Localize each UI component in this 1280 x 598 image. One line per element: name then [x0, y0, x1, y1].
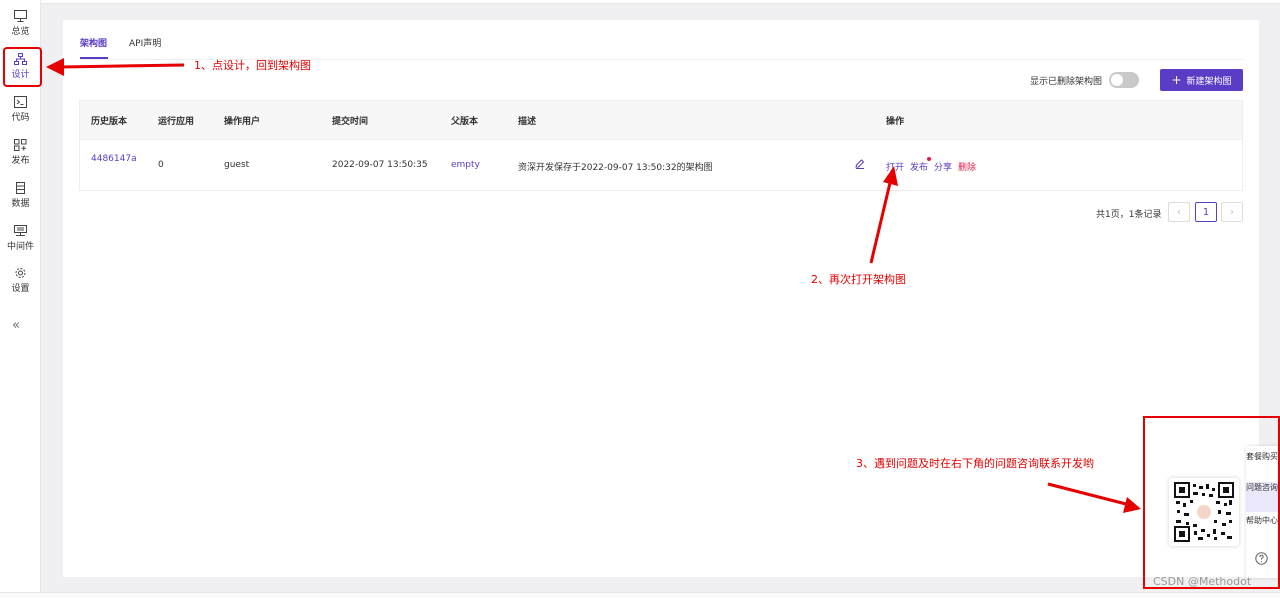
header-time: 提交时间: [332, 117, 369, 127]
sidebar-item-settings[interactable]: 设置: [0, 267, 41, 294]
open-button[interactable]: 打开: [886, 160, 904, 173]
monitor-icon: [14, 10, 27, 22]
sidebar-item-label: 数据: [11, 199, 30, 209]
qr-code-icon: [1174, 482, 1234, 542]
page-1-button[interactable]: 1: [1195, 202, 1217, 222]
delete-button[interactable]: 删除: [958, 160, 976, 173]
sidebar-item-data[interactable]: 数据: [0, 182, 41, 209]
main-panel: 架构图 API声明 显示已删除架构图 + 新建架构图 历史版本 运行应用 操作用…: [63, 20, 1259, 577]
tab-architecture[interactable]: 架构图: [80, 36, 107, 49]
sidebar-item-middleware[interactable]: 中间件: [0, 225, 41, 252]
share-button[interactable]: 分享: [934, 160, 952, 173]
toggle-knob: [1111, 74, 1123, 86]
table-row: 4486147a 0 guest 2022-09-07 13:50:35 emp…: [80, 139, 1242, 190]
parent-version-link[interactable]: empty: [451, 160, 480, 170]
database-icon: [16, 182, 25, 194]
deploy-icon: [14, 139, 27, 151]
running-apps-value: 0: [158, 160, 164, 170]
time-value: 2022-09-07 13:50:35: [332, 160, 428, 170]
middleware-icon: [14, 225, 27, 236]
pagination-summary: 共1页，1条记录: [1096, 210, 1162, 220]
collapse-sidebar-icon[interactable]: «: [12, 318, 20, 333]
new-architecture-button[interactable]: + 新建架构图: [1160, 69, 1243, 91]
edit-icon[interactable]: [855, 159, 865, 169]
header-running-apps: 运行应用: [158, 117, 195, 127]
watermark: CSDN @Methodot: [1153, 575, 1252, 588]
sidebar-item-label: 总览: [11, 27, 30, 37]
version-link[interactable]: 4486147a: [91, 152, 139, 166]
next-page-button[interactable]: ›: [1221, 202, 1243, 222]
sidebar-item-publish[interactable]: 发布: [0, 139, 41, 166]
header-actions: 操作: [886, 117, 905, 127]
tab-api-declaration[interactable]: API声明: [129, 36, 161, 49]
bottom-bar: [0, 592, 1280, 598]
issue-consult-button[interactable]: 问题咨询: [1246, 482, 1278, 512]
package-purchase-button[interactable]: 套餐购买: [1246, 451, 1278, 479]
new-architecture-label: 新建架构图: [1186, 76, 1232, 87]
gear-icon: [15, 268, 26, 278]
sidebar: 总览 设计 代码 发布 数据 中间件 设置 «: [0, 0, 41, 598]
header-version: 历史版本: [91, 117, 128, 127]
version-table: 历史版本 运行应用 操作用户 提交时间 父版本 描述 操作 4486147a 0…: [79, 100, 1243, 191]
sidebar-item-label: 发布: [11, 156, 30, 166]
notification-dot: [927, 157, 931, 161]
sidebar-item-label: 设置: [11, 284, 30, 294]
header-user: 操作用户: [224, 117, 261, 127]
table-header: 历史版本 运行应用 操作用户 提交时间 父版本 描述 操作: [80, 101, 1242, 139]
user-value: guest: [224, 160, 250, 170]
show-deleted-label: 显示已删除架构图: [1030, 77, 1103, 87]
qr-code: [1169, 478, 1239, 546]
plus-icon: +: [1171, 73, 1182, 87]
sidebar-item-label: 代码: [11, 113, 30, 123]
annotation-step-3: 3、遇到问题及时在右下角的问题咨询联系开发哟: [856, 457, 1094, 470]
floating-service-panel: 套餐购买 问题咨询 帮助中心: [1246, 446, 1278, 578]
annotation-step-1: 1、点设计，回到架构图: [194, 59, 311, 72]
show-deleted-toggle[interactable]: [1109, 72, 1139, 88]
header-parent: 父版本: [451, 117, 479, 127]
prev-page-button[interactable]: ‹: [1168, 202, 1190, 222]
terminal-icon: [14, 96, 27, 108]
question-circle-icon[interactable]: [1255, 552, 1268, 565]
sidebar-item-overview[interactable]: 总览: [0, 10, 41, 37]
help-center-button[interactable]: 帮助中心: [1246, 515, 1278, 543]
publish-button[interactable]: 发布: [910, 160, 928, 173]
top-bar: [0, 0, 1280, 4]
description-value: 资深开发保存于2022-09-07 13:50:32的架构图: [518, 163, 713, 173]
annotation-step-2: 2、再次打开架构图: [811, 273, 906, 286]
sidebar-item-code[interactable]: 代码: [0, 96, 41, 123]
sidebar-item-label: 中间件: [6, 242, 34, 252]
header-description: 描述: [518, 117, 537, 127]
annotation-highlight-design: [3, 47, 42, 87]
